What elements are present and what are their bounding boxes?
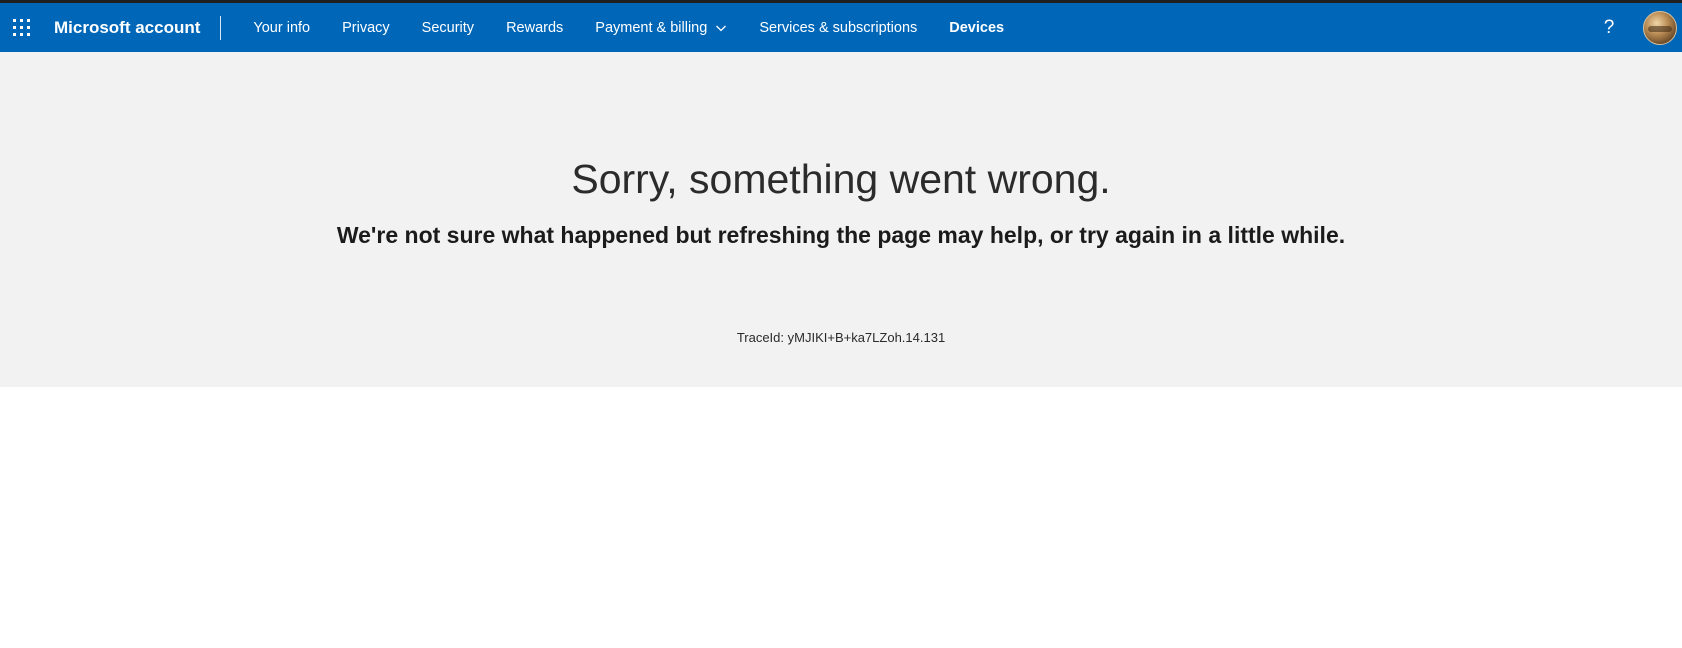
nav-item-privacy[interactable]: Privacy <box>326 3 406 52</box>
help-icon[interactable]: ? <box>1589 17 1629 39</box>
nav-item-label: Your info <box>253 19 311 36</box>
nav-item-label: Rewards <box>506 19 564 36</box>
waffle-icon <box>13 18 31 37</box>
nav-item-your-info[interactable]: Your info <box>237 3 326 52</box>
error-subtitle: We're not sure what happened but refresh… <box>336 222 1346 248</box>
main-nav: Your info Privacy Security Rewards Payme… <box>237 3 1020 52</box>
error-title: Sorry, something went wrong. <box>571 156 1111 202</box>
top-navigation-bar: Microsoft account Your info Privacy Secu… <box>0 3 1682 52</box>
nav-item-payment-billing[interactable]: Payment & billing <box>579 3 743 52</box>
avatar[interactable] <box>1643 10 1677 45</box>
chevron-down-icon <box>716 25 727 31</box>
nav-item-services-subscriptions[interactable]: Services & subscriptions <box>743 3 933 52</box>
brand-divider <box>220 15 222 40</box>
nav-item-label: Security <box>421 19 475 36</box>
nav-item-label: Services & subscriptions <box>759 19 918 36</box>
trace-id: TraceId: yMJIKI+B+ka7LZoh.14.131 <box>736 330 946 345</box>
nav-item-rewards[interactable]: Rewards <box>490 3 579 52</box>
nav-item-security[interactable]: Security <box>406 3 490 52</box>
error-panel: Sorry, something went wrong. We're not s… <box>0 52 1682 387</box>
brand-link[interactable]: Microsoft account <box>54 18 220 38</box>
nav-item-label: Payment & billing <box>595 19 708 36</box>
app-launcher-button[interactable] <box>0 3 44 52</box>
nav-item-label: Devices <box>949 19 1005 36</box>
nav-item-label: Privacy <box>342 19 390 36</box>
header-actions: ? <box>1589 3 1682 52</box>
nav-item-devices[interactable]: Devices <box>933 3 1020 52</box>
